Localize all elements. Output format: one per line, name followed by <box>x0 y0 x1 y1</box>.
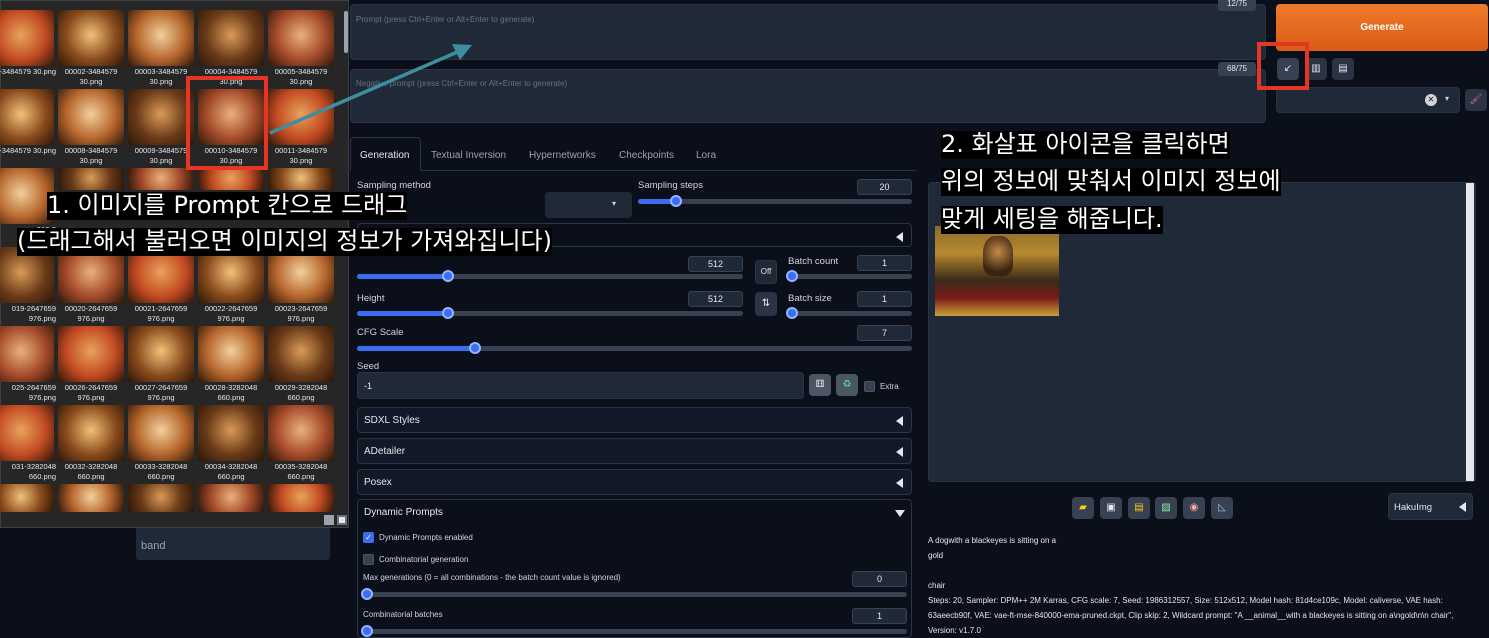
step1-line2: (드래그해서 불러오면 이미지의 정보가 가져와집니다) <box>17 227 553 256</box>
step1-line1: 1. 이미지를 Prompt 칸으로 드래그 <box>47 191 408 220</box>
drag-arrow <box>269 44 472 135</box>
step2-line3: 맞게 세팅을 해줍니다. <box>941 205 1163 234</box>
step2-line1: 2. 화살표 아이콘을 클릭하면 <box>941 130 1230 159</box>
step2-line2: 위의 정보에 맞춰서 이미지 정보에 <box>941 167 1281 196</box>
